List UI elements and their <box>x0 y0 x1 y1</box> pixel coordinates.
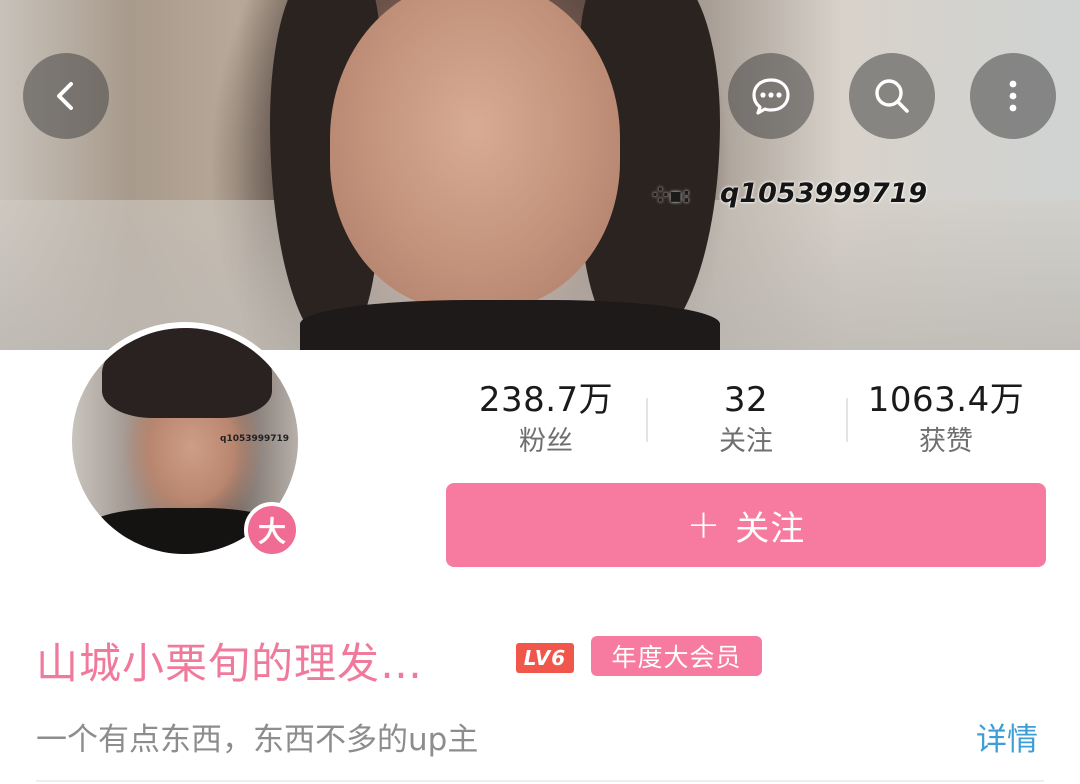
detail-link[interactable]: 详情 <box>976 714 1038 759</box>
stat-following-value: 32 <box>723 380 769 420</box>
banner-shirt <box>300 300 720 350</box>
more-vertical-icon <box>1009 80 1017 112</box>
stat-fans-value: 238.7万 <box>478 380 614 420</box>
follow-button-label: 关注 <box>735 508 806 549</box>
search-icon <box>875 79 909 113</box>
back-button[interactable] <box>23 53 109 139</box>
message-button[interactable] <box>728 53 814 139</box>
follow-button[interactable]: + 关注 <box>446 483 1046 567</box>
stat-fans-label: 粉丝 <box>519 426 573 457</box>
chat-bubble-icon <box>752 78 790 115</box>
avatar-overlay-text: q1053999719 <box>220 434 290 444</box>
stat-fans[interactable]: 238.7万 粉丝 <box>446 374 646 458</box>
divider <box>36 780 1044 782</box>
search-button[interactable] <box>849 53 935 139</box>
vip-badge[interactable]: 年度大会员 <box>591 636 762 676</box>
plus-icon: + <box>686 502 722 548</box>
more-button[interactable] <box>970 53 1056 139</box>
chevron-left-icon <box>57 82 73 110</box>
avatar-hair <box>102 328 272 418</box>
banner-face <box>330 0 620 310</box>
stats-bar: 238.7万 粉丝 32 关注 1063.4万 获赞 <box>446 374 1046 464</box>
level-badge: LV6 <box>516 643 574 673</box>
bio-text: 一个有点东西，东西不多的up主 <box>36 722 479 758</box>
banner-overlay-icon: ⁘▪: <box>652 183 691 207</box>
profile-banner-image: ⁘▪: q1053999719 <box>0 0 1080 350</box>
stat-following-label: 关注 <box>719 426 773 457</box>
stat-likes-label: 获赞 <box>919 426 973 457</box>
stat-likes[interactable]: 1063.4万 获赞 <box>846 374 1046 458</box>
username: 山城小栗旬的理发… <box>36 639 424 688</box>
stat-following[interactable]: 32 关注 <box>646 374 846 458</box>
big-member-badge: 大 <box>244 502 300 558</box>
banner-overlay-text: q1053999719 <box>720 178 928 209</box>
stat-likes-value: 1063.4万 <box>867 380 1025 420</box>
